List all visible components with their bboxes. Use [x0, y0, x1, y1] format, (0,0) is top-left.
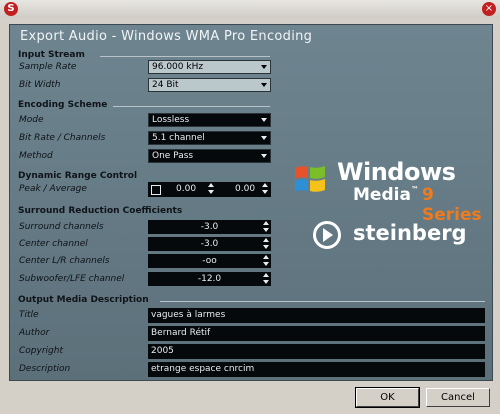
author-input[interactable]: Bernard Rétif: [148, 326, 485, 341]
section-input-stream: Input Stream: [18, 50, 85, 60]
windows-flag-icon: [295, 166, 325, 192]
average-spinner[interactable]: [262, 183, 268, 195]
surround-value: -3.0: [200, 222, 219, 232]
center-label: Center channel: [19, 239, 88, 249]
center-lr-value: -oo: [202, 256, 217, 266]
center-lr-label: Center L/R channels: [19, 256, 110, 266]
spin-up-icon: [263, 221, 269, 225]
wm-line1: Windows: [337, 158, 456, 186]
sample-rate-value: 96.000 kHz: [152, 62, 204, 72]
copyright-input[interactable]: 2005: [148, 344, 485, 359]
average-value[interactable]: 0.00: [235, 182, 255, 197]
chevron-down-icon: [261, 83, 267, 87]
mode-select[interactable]: Lossless: [148, 113, 271, 127]
peak-average-label: Peak / Average: [19, 184, 87, 194]
close-icon[interactable]: ×: [482, 2, 496, 16]
cancel-button[interactable]: Cancel: [426, 388, 490, 407]
spin-down-icon: [263, 245, 269, 249]
chevron-down-icon: [261, 136, 267, 140]
method-value: One Pass: [152, 151, 194, 161]
bitrate-select[interactable]: 5.1 channel: [148, 131, 271, 145]
subwoofer-spinner[interactable]: [263, 273, 269, 285]
bitrate-value: 5.1 channel: [152, 133, 205, 143]
surround-field[interactable]: -3.0: [148, 220, 271, 234]
wm-line2: Media™: [353, 185, 419, 205]
sample-rate-select[interactable]: 96.000 kHz: [148, 60, 271, 74]
method-label: Method: [19, 151, 53, 161]
bit-width-value: 24 Bit: [152, 80, 179, 90]
trademark: ™: [410, 185, 419, 194]
sample-rate-label: Sample Rate: [19, 62, 77, 72]
spin-down-icon: [263, 262, 269, 266]
title-input[interactable]: vagues à larmes: [148, 308, 485, 323]
dialog-title: Export Audio - Windows WMA Pro Encoding: [20, 29, 313, 44]
dynamic-range-controls: 0.00 0.00: [148, 182, 271, 197]
title-label: Title: [19, 310, 39, 320]
section-surround: Surround Reduction Coefficients: [18, 206, 183, 216]
spin-up-icon: [208, 183, 214, 187]
wm-series: 9 Series: [422, 185, 482, 225]
peak-spinner[interactable]: [208, 183, 214, 195]
dynamic-range-checkbox[interactable]: [151, 185, 161, 195]
center-value: -3.0: [200, 239, 219, 249]
export-audio-window: S × Export Audio - Windows WMA Pro Encod…: [0, 0, 500, 414]
spin-up-icon: [263, 238, 269, 242]
section-divider: [100, 56, 270, 57]
windows-media-logo: Windows Media™ 9 Series: [293, 158, 488, 225]
chevron-down-icon: [261, 65, 267, 69]
spin-down-icon: [208, 190, 214, 194]
author-label: Author: [19, 328, 50, 338]
title-bar[interactable]: S ×: [0, 0, 500, 18]
spin-down-icon: [262, 190, 268, 194]
spin-up-icon: [263, 273, 269, 277]
subwoofer-field[interactable]: -12.0: [148, 272, 271, 286]
section-divider: [160, 301, 485, 302]
surround-label: Surround channels: [19, 222, 104, 232]
copyright-label: Copyright: [19, 346, 63, 356]
subwoofer-label: Subwoofer/LFE channel: [19, 274, 125, 284]
steinberg-logo: steinberg: [313, 221, 483, 257]
description-input[interactable]: etrange espace cnrcim: [148, 362, 485, 377]
center-lr-spinner[interactable]: [263, 255, 269, 267]
center-lr-field[interactable]: -oo: [148, 254, 271, 268]
description-label: Description: [19, 364, 71, 374]
peak-value[interactable]: 0.00: [176, 182, 196, 197]
chevron-down-icon: [261, 154, 267, 158]
cubase-logo-icon: S: [4, 2, 18, 16]
center-field[interactable]: -3.0: [148, 237, 271, 251]
surround-spinner[interactable]: [263, 221, 269, 233]
section-divider: [113, 106, 270, 107]
spin-up-icon: [263, 255, 269, 259]
spin-up-icon: [262, 183, 268, 187]
play-icon: [323, 228, 333, 242]
center-spinner[interactable]: [263, 238, 269, 250]
method-select[interactable]: One Pass: [148, 149, 271, 163]
spin-down-icon: [263, 228, 269, 232]
settings-panel: Export Audio - Windows WMA Pro Encoding …: [9, 24, 493, 381]
section-dynamic-range: Dynamic Range Control: [18, 171, 138, 181]
spin-down-icon: [263, 280, 269, 284]
steinberg-text: steinberg: [353, 221, 467, 245]
subwoofer-value: -12.0: [197, 274, 222, 284]
bit-width-select[interactable]: 24 Bit: [148, 78, 271, 92]
ok-button[interactable]: OK: [355, 387, 420, 408]
bitrate-label: Bit Rate / Channels: [19, 133, 106, 143]
mode-label: Mode: [19, 115, 44, 125]
mode-value: Lossless: [152, 115, 190, 125]
chevron-down-icon: [261, 118, 267, 122]
bit-width-label: Bit Width: [19, 80, 61, 90]
section-encoding-scheme: Encoding Scheme: [18, 100, 108, 110]
section-output-media: Output Media Description: [18, 295, 149, 305]
